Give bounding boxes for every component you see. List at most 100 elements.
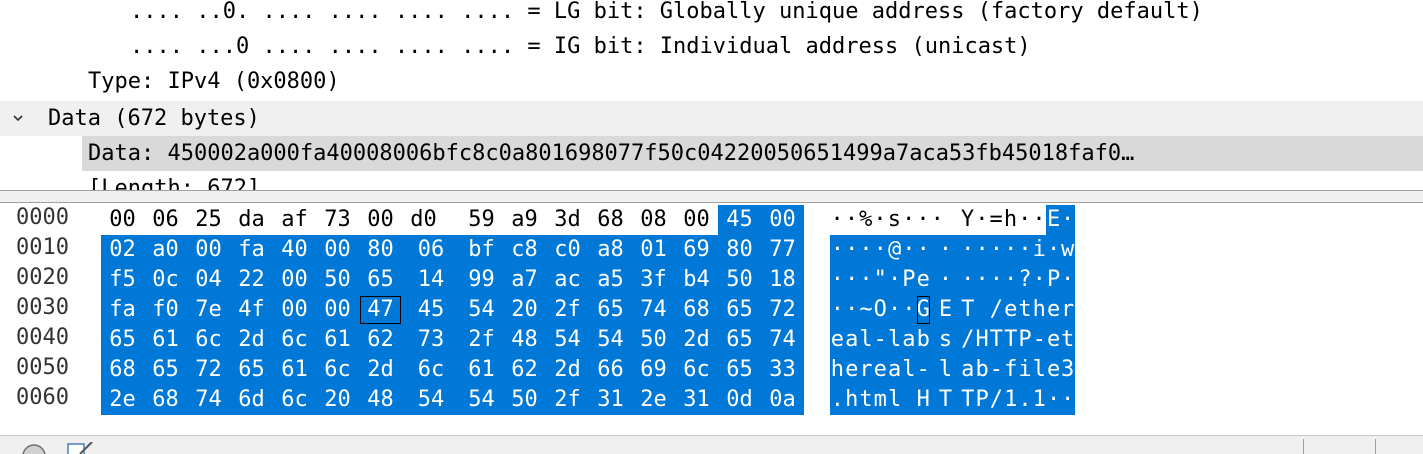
pane-splitter[interactable] bbox=[0, 190, 1423, 203]
ascii-char[interactable]: H bbox=[974, 325, 990, 355]
hex-byte[interactable]: 00 bbox=[675, 205, 718, 235]
ascii-char[interactable]: h bbox=[844, 385, 860, 415]
hex-byte[interactable]: 50 bbox=[718, 265, 761, 295]
hex-byte[interactable]: a5 bbox=[589, 265, 632, 295]
hex-byte[interactable]: b4 bbox=[675, 265, 718, 295]
ascii-char[interactable] bbox=[974, 295, 990, 325]
expert-info-icon[interactable] bbox=[20, 442, 48, 454]
tree-item-type[interactable]: Type: IPv4 (0x0800) bbox=[0, 64, 1423, 99]
hex-byte[interactable]: 61 bbox=[144, 325, 187, 355]
ascii-char[interactable]: · bbox=[901, 295, 917, 325]
hex-byte[interactable]: c8 bbox=[503, 235, 546, 265]
tree-item-data-value[interactable]: Data: 450002a000fa40008006bfc8c0a8016980… bbox=[82, 136, 1423, 171]
hex-byte[interactable]: 6c bbox=[316, 355, 359, 385]
ascii-char[interactable]: i bbox=[1031, 235, 1047, 265]
ascii-char[interactable]: t bbox=[858, 385, 874, 415]
hex-byte[interactable]: 2f bbox=[460, 325, 503, 355]
ascii-char[interactable]: · bbox=[974, 265, 990, 295]
hex-dump-row[interactable]: 0010 02 a0 00 fa 40 00 80 06 bf c8 c0 a8 01 69 80 77 · · · ·… bbox=[0, 233, 1423, 265]
hex-byte[interactable]: 59 bbox=[460, 205, 503, 235]
ascii-char[interactable]: w bbox=[1060, 235, 1075, 265]
hex-byte[interactable]: 01 bbox=[632, 235, 675, 265]
ascii-char[interactable]: 3 bbox=[1060, 355, 1075, 385]
hex-byte[interactable]: 99 bbox=[460, 265, 503, 295]
ascii-char[interactable]: · bbox=[916, 205, 930, 235]
hex-byte[interactable]: 65 bbox=[101, 325, 144, 355]
ascii-char[interactable]: - bbox=[1031, 325, 1047, 355]
packet-bytes-pane[interactable]: 0000 00 06 25 da af 73 00 d0 59 a9 3d 68 08 00 45 00 · ·% ·… bbox=[0, 203, 1423, 435]
ascii-char[interactable]: e bbox=[872, 355, 888, 385]
ascii-char[interactable]: l bbox=[887, 385, 902, 415]
ascii-char[interactable]: b bbox=[974, 355, 990, 385]
hex-byte[interactable]: f5 bbox=[101, 265, 144, 295]
hex-byte[interactable]: 06 bbox=[402, 235, 460, 265]
hex-byte[interactable]: 6c bbox=[273, 385, 316, 415]
ascii-char[interactable]: G bbox=[915, 295, 931, 325]
hex-byte[interactable]: 74 bbox=[187, 385, 230, 415]
hex-byte[interactable]: 50 bbox=[503, 385, 546, 415]
hex-byte[interactable]: 2e bbox=[101, 385, 144, 415]
hex-byte[interactable]: af bbox=[273, 205, 316, 235]
ascii-char[interactable]: · bbox=[1017, 235, 1033, 265]
ascii-char[interactable]: E bbox=[930, 295, 961, 325]
hex-byte[interactable]: 0c bbox=[144, 265, 187, 295]
ascii-char[interactable]: t bbox=[1060, 325, 1075, 355]
ascii-char[interactable]: Y bbox=[960, 205, 974, 235]
ascii-char[interactable]: " bbox=[872, 265, 888, 295]
hex-byte[interactable]: a7 bbox=[503, 265, 546, 295]
ascii-char[interactable]: a bbox=[887, 355, 902, 385]
ascii-char[interactable]: T bbox=[930, 385, 961, 415]
hex-byte[interactable]: 2f bbox=[546, 385, 589, 415]
hex-byte[interactable]: 14 bbox=[402, 265, 460, 295]
hex-byte[interactable]: d0 bbox=[402, 205, 445, 235]
ascii-char[interactable]: h bbox=[1031, 295, 1047, 325]
ascii-char[interactable]: a bbox=[960, 355, 976, 385]
hex-byte[interactable]: 48 bbox=[359, 385, 402, 415]
ascii-char[interactable]: b bbox=[915, 325, 931, 355]
ascii-char[interactable]: T bbox=[960, 385, 976, 415]
hex-byte[interactable]: 73 bbox=[316, 205, 359, 235]
packet-details-pane[interactable]: .... ..0. .... .... .... .... = LG bit: … bbox=[0, 0, 1423, 190]
ascii-char[interactable]: · bbox=[989, 235, 1004, 265]
ascii-char[interactable]: · bbox=[930, 265, 961, 295]
ascii-char[interactable]: · bbox=[830, 235, 845, 265]
hex-byte[interactable]: f0 bbox=[144, 295, 187, 325]
hex-byte[interactable]: 65 bbox=[589, 295, 632, 325]
hex-byte[interactable]: fa bbox=[101, 295, 144, 325]
ascii-char[interactable] bbox=[901, 385, 917, 415]
ascii-char[interactable]: s bbox=[887, 205, 901, 235]
hex-byte[interactable]: 00 bbox=[187, 235, 230, 265]
hex-byte[interactable]: 6d bbox=[230, 385, 273, 415]
hex-byte[interactable]: 65 bbox=[718, 355, 761, 385]
ascii-char[interactable]: a bbox=[844, 325, 860, 355]
hex-byte[interactable]: 48 bbox=[503, 325, 546, 355]
hex-dump-row[interactable]: 0040 65 61 6c 2d 6c 61 62 73 2f 48 54 54 50 2d 65 74 e a l -… bbox=[0, 323, 1423, 355]
hex-byte[interactable]: 68 bbox=[675, 295, 718, 325]
ascii-char[interactable]: m bbox=[872, 385, 888, 415]
ascii-char[interactable]: - bbox=[989, 355, 1004, 385]
ascii-char[interactable]: · bbox=[989, 265, 1004, 295]
hex-byte[interactable]: 02 bbox=[101, 235, 144, 265]
hex-byte[interactable]: 77 bbox=[761, 235, 804, 265]
hex-byte[interactable]: 2e bbox=[632, 385, 675, 415]
hex-dump-row[interactable]: 0060 2e 68 74 6d 6c 20 48 54 54 50 2f 31 2e 31 0d 0a. h t m… bbox=[0, 383, 1423, 415]
hex-byte[interactable]: 20 bbox=[503, 295, 546, 325]
ascii-char[interactable]: . bbox=[1017, 385, 1033, 415]
ascii-char[interactable]: e bbox=[844, 355, 860, 385]
ascii-char[interactable]: · bbox=[1060, 385, 1075, 415]
hex-byte[interactable]: 69 bbox=[632, 355, 675, 385]
ascii-char[interactable]: P bbox=[974, 385, 990, 415]
hex-byte[interactable]: ac bbox=[546, 265, 589, 295]
ascii-char[interactable]: . bbox=[830, 385, 845, 415]
hex-byte[interactable]: 18 bbox=[761, 265, 804, 295]
tree-item-ig-bit[interactable]: .... ...0 .... .... .... .... = IG bit: … bbox=[0, 29, 1423, 64]
hex-byte[interactable]: 54 bbox=[460, 295, 503, 325]
hex-byte[interactable]: 68 bbox=[589, 205, 632, 235]
hex-byte[interactable]: 06 bbox=[144, 205, 187, 235]
ascii-char[interactable]: T bbox=[989, 325, 1004, 355]
ascii-char[interactable]: e bbox=[1046, 355, 1061, 385]
hex-byte[interactable]: 00 bbox=[273, 265, 316, 295]
ascii-char[interactable]: · bbox=[1003, 235, 1019, 265]
hex-byte[interactable]: 7e bbox=[187, 295, 230, 325]
hex-byte[interactable]: 74 bbox=[632, 295, 675, 325]
